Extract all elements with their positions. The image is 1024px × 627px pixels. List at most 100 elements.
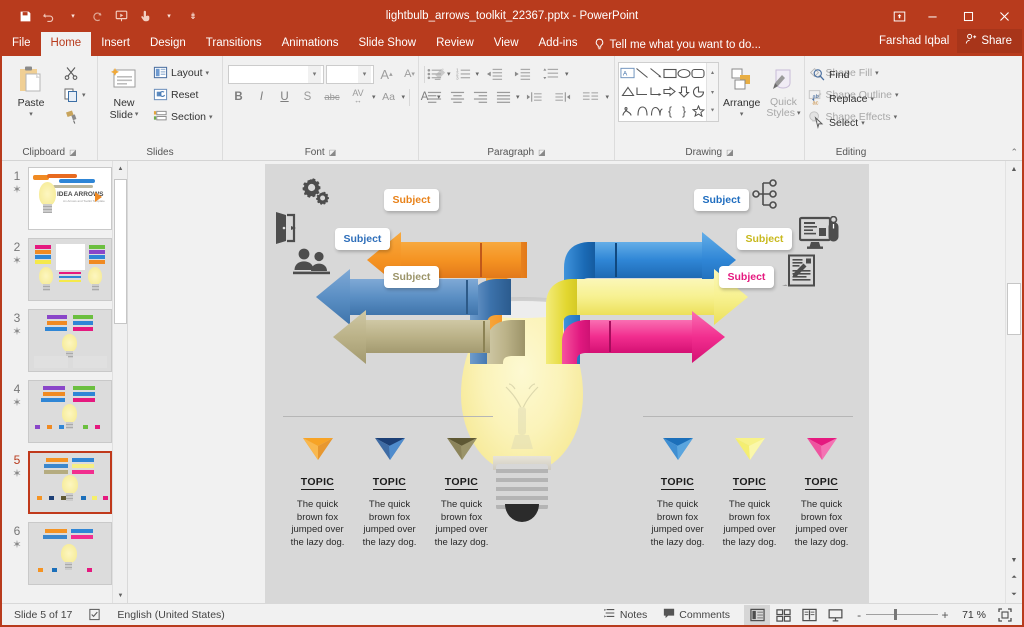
slide-sorter-view-button[interactable] xyxy=(770,605,796,625)
scrollbar-thumb[interactable] xyxy=(1007,282,1021,335)
slide-thumbnail-pane[interactable]: 1 ✶ IDEA ARROWS An Arrows and Toolkit Tem… xyxy=(2,161,128,603)
font-name-combo[interactable]: ▾ xyxy=(228,64,324,84)
tab-review[interactable]: Review xyxy=(426,32,484,56)
thumbnail-scroll-up-icon[interactable]: ▲ xyxy=(113,161,127,176)
tab-insert[interactable]: Insert xyxy=(91,32,140,56)
topic-item-4[interactable]: TOPIC The quick brown fox jumped over th… xyxy=(645,438,711,549)
minimize-icon[interactable] xyxy=(914,2,950,30)
shapes-more-icon[interactable]: ⯆ xyxy=(707,103,718,120)
line-spacing-icon[interactable] xyxy=(537,64,563,84)
shape-elbow-arrow-icon[interactable] xyxy=(649,83,663,102)
scroll-down-icon[interactable]: ▼ xyxy=(1006,552,1022,569)
slide-pane-scrollbar[interactable]: ▲ ▼ ⏶ ⏷ xyxy=(1005,161,1022,603)
tab-slide-show[interactable]: Slide Show xyxy=(349,32,427,56)
columns-rtl-icon[interactable] xyxy=(550,87,576,107)
undo-dropdown-icon[interactable]: ▾ xyxy=(62,5,84,27)
save-icon[interactable] xyxy=(14,5,36,27)
next-slide-icon[interactable]: ⏷ xyxy=(1006,586,1022,603)
zoom-slider[interactable]: - + xyxy=(848,608,956,622)
thumbnail-scroll-down-icon[interactable]: ▼ xyxy=(113,588,127,603)
cut-button[interactable] xyxy=(59,62,90,83)
zoom-level[interactable]: 71 % xyxy=(956,609,992,621)
shape-triangle-icon[interactable] xyxy=(620,83,635,102)
font-size-combo[interactable]: ▾ xyxy=(326,64,374,84)
shape-right-arrow-icon[interactable] xyxy=(663,83,677,102)
redo-icon[interactable] xyxy=(86,5,108,27)
previous-slide-icon[interactable]: ⏶ xyxy=(1006,569,1022,586)
subject-label-left-bottom[interactable]: Subject xyxy=(383,266,440,288)
paste-button[interactable]: Paste ▾ xyxy=(5,60,57,124)
topic-item-2[interactable]: TOPIC The quick brown fox jumped over th… xyxy=(357,438,423,549)
subject-label-right-bottom[interactable]: Subject xyxy=(718,266,775,288)
tell-me-search[interactable]: Tell me what you want to do... xyxy=(588,35,770,56)
bullets-icon[interactable] xyxy=(424,64,445,84)
slide-thumbnail-5[interactable]: 5 ✶ xyxy=(2,451,127,514)
copy-button[interactable]: ▾ xyxy=(59,84,90,105)
columns-ltr-icon[interactable] xyxy=(522,87,548,107)
tab-view[interactable]: View xyxy=(484,32,529,56)
topic-item-1[interactable]: TOPIC The quick brown fox jumped over th… xyxy=(285,438,351,549)
start-slideshow-icon[interactable] xyxy=(110,5,132,27)
normal-view-button[interactable] xyxy=(744,604,771,625)
align-center-icon[interactable] xyxy=(447,87,468,107)
numbering-icon[interactable]: 123 xyxy=(453,64,474,84)
layout-button[interactable]: Layout ▾ xyxy=(149,62,217,83)
justify-icon[interactable] xyxy=(493,87,514,107)
topic-item-5[interactable]: TOPIC The quick brown fox jumped over th… xyxy=(717,438,783,549)
increase-indent-icon[interactable] xyxy=(509,64,535,84)
shapes-scroll-down-icon[interactable]: ▾ xyxy=(707,84,718,101)
collapse-ribbon-icon[interactable]: ⌃ xyxy=(1010,147,1018,158)
thumbnail-pane-scrollbar[interactable]: ▲ ▼ xyxy=(112,161,127,603)
shape-elbow-connector-icon[interactable] xyxy=(635,83,649,102)
touch-mouse-mode-icon[interactable] xyxy=(134,5,156,27)
shape-line-icon[interactable] xyxy=(635,64,649,83)
slide-thumbnail-4[interactable]: 4 ✶ xyxy=(2,380,127,443)
close-icon[interactable] xyxy=(986,2,1022,30)
shapes-gallery[interactable]: A {} ▴ ▾ ⯆ xyxy=(618,62,719,122)
bold-icon[interactable]: B xyxy=(228,87,249,107)
tab-home[interactable]: Home xyxy=(40,32,92,56)
ribbon-display-options-icon[interactable] xyxy=(884,2,914,30)
scrollbar-track[interactable] xyxy=(1006,178,1022,552)
zoom-track[interactable] xyxy=(866,609,939,620)
subject-label-right-top[interactable]: Subject xyxy=(693,189,750,211)
shape-textbox-icon[interactable]: A xyxy=(620,64,635,83)
slide-thumbnail-6[interactable]: 6 ✶ xyxy=(2,522,127,585)
shape-rectangle-icon[interactable] xyxy=(663,64,677,83)
tab-design[interactable]: Design xyxy=(140,32,196,56)
subject-label-left-top[interactable]: Subject xyxy=(383,189,440,211)
spell-check-icon[interactable] xyxy=(80,605,109,625)
font-size-dropdown-icon[interactable]: ▾ xyxy=(358,65,371,83)
find-button[interactable]: Find xyxy=(808,64,878,85)
zoom-in-button[interactable]: + xyxy=(938,608,952,622)
text-shadow-icon[interactable]: S xyxy=(297,87,318,107)
shape-oval-icon[interactable] xyxy=(677,64,691,83)
drawing-dialog-launcher[interactable]: ◪ xyxy=(726,148,734,157)
shape-arrow-icon[interactable] xyxy=(649,64,663,83)
strikethrough-icon[interactable]: abc xyxy=(320,87,344,107)
language-indicator[interactable]: English (United States) xyxy=(109,605,232,625)
font-name-dropdown-icon[interactable]: ▾ xyxy=(308,65,321,83)
shrink-font-icon[interactable]: A ▾ xyxy=(399,64,420,84)
shapes-gallery-scrollbar[interactable]: ▴ ▾ ⯆ xyxy=(706,63,718,121)
decrease-indent-icon[interactable] xyxy=(481,64,507,84)
columns-icon[interactable] xyxy=(578,87,604,107)
shape-left-brace-icon[interactable]: { xyxy=(663,101,677,120)
subject-label-left-mid[interactable]: Subject xyxy=(334,228,391,250)
slide-canvas-area[interactable]: Subject Subject Subject Subject Subject … xyxy=(128,161,1005,603)
customize-qat-icon[interactable]: ⇟ xyxy=(182,5,204,27)
tab-animations[interactable]: Animations xyxy=(272,32,349,56)
section-button[interactable]: Section ▾ xyxy=(149,106,217,127)
slide-thumbnail-1[interactable]: 1 ✶ IDEA ARROWS An Arrows and Toolkit Tem… xyxy=(2,167,127,230)
reset-button[interactable]: Reset xyxy=(149,84,217,105)
format-painter-button[interactable] xyxy=(59,106,90,127)
align-right-icon[interactable] xyxy=(470,87,491,107)
subject-label-right-mid[interactable]: Subject xyxy=(736,228,793,250)
slide-indicator[interactable]: Slide 5 of 17 xyxy=(6,605,80,625)
restore-icon[interactable] xyxy=(950,2,986,30)
shape-down-arrow-icon[interactable] xyxy=(677,83,691,102)
share-button[interactable]: Share xyxy=(957,29,1022,53)
select-button[interactable]: Select ▾ xyxy=(808,112,878,133)
shape-arc-icon[interactable] xyxy=(649,101,663,120)
shape-curve-icon[interactable] xyxy=(635,101,649,120)
